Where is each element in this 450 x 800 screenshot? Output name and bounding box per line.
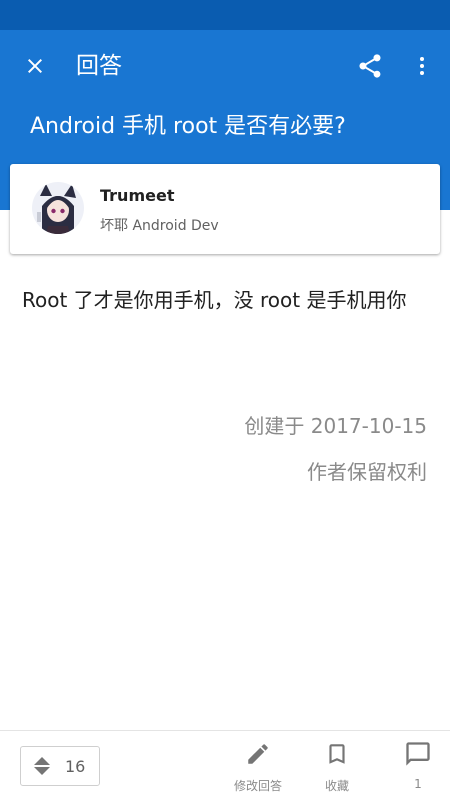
created-date: 创建于 2017-10-15 bbox=[244, 414, 427, 438]
avatar-image bbox=[32, 182, 84, 234]
comment-icon bbox=[406, 742, 430, 766]
edit-answer-button[interactable]: 修改回答 bbox=[223, 739, 293, 795]
bottom-action-bar: 16 修改回答 收藏 1 bbox=[0, 730, 450, 800]
toolbar: 回答 bbox=[0, 30, 450, 102]
answer-body: Root 了才是你用手机，没 root 是手机用你 bbox=[22, 288, 407, 312]
close-icon bbox=[28, 59, 42, 73]
avatar[interactable] bbox=[32, 182, 84, 234]
author-card[interactable]: Trumeet 坏耶 Android Dev bbox=[10, 164, 440, 254]
author-name[interactable]: Trumeet bbox=[100, 186, 174, 205]
author-bio: 坏耶 Android Dev bbox=[100, 218, 219, 234]
favorite-label: 收藏 bbox=[324, 779, 349, 793]
comment-count: 1 bbox=[414, 777, 422, 791]
share-icon bbox=[359, 54, 381, 78]
close-button[interactable] bbox=[11, 42, 59, 90]
toolbar-title: 回答 bbox=[76, 53, 122, 79]
pencil-icon bbox=[248, 744, 268, 764]
status-bar bbox=[0, 0, 450, 30]
vote-count: 16 bbox=[65, 757, 86, 776]
bookmark-icon bbox=[329, 744, 345, 764]
vote-button[interactable]: 16 bbox=[20, 746, 100, 786]
favorite-button[interactable]: 收藏 bbox=[302, 739, 372, 795]
share-button[interactable] bbox=[346, 42, 394, 90]
edit-answer-label: 修改回答 bbox=[233, 779, 282, 793]
more-vert-icon bbox=[420, 57, 424, 75]
comment-button[interactable]: 1 bbox=[383, 739, 450, 795]
vote-arrows-icon bbox=[34, 757, 50, 775]
question-title[interactable]: Android 手机 root 是否有必要? bbox=[30, 112, 346, 142]
more-options-button[interactable] bbox=[398, 42, 446, 90]
copyright-notice: 作者保留权利 bbox=[307, 460, 427, 484]
